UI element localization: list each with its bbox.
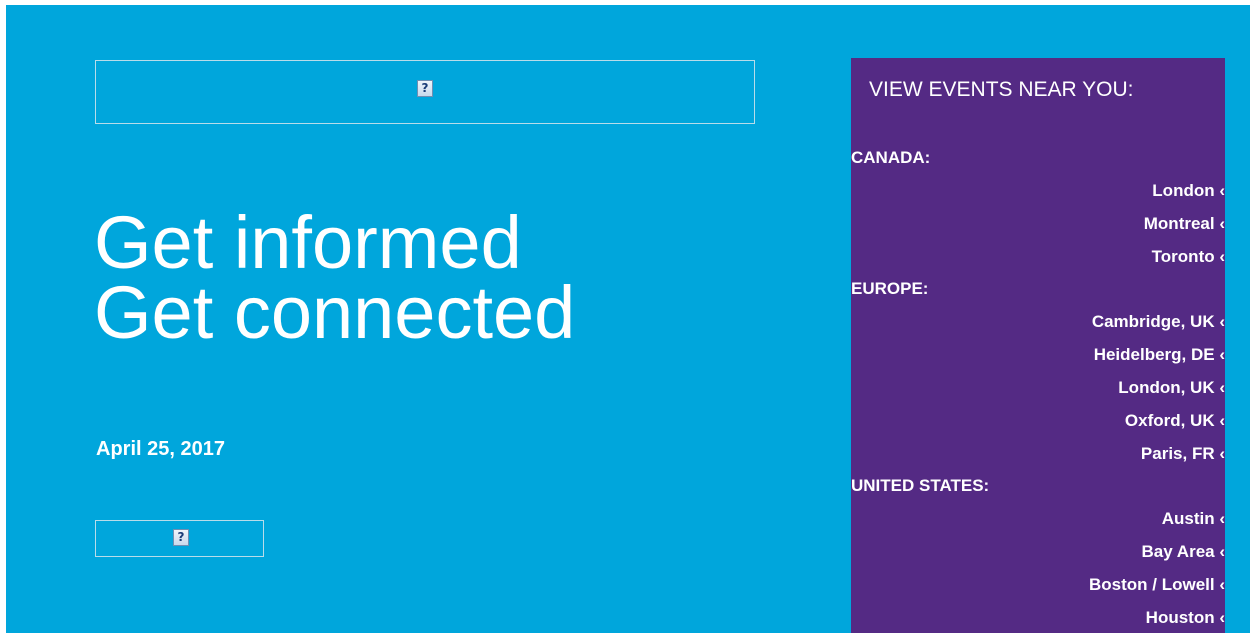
event-date: April 25, 2017 <box>96 438 225 460</box>
city-link[interactable]: Heidelberg, DE ‹ <box>851 345 1225 378</box>
city-link[interactable]: London, UK ‹ <box>851 378 1225 411</box>
region-heading: UNITED STATES: <box>851 476 990 495</box>
city-link[interactable]: London ‹ <box>851 181 1225 214</box>
city-link[interactable]: Boston / Lowell ‹ <box>851 575 1225 608</box>
missing-image-icon: ? <box>417 80 433 97</box>
region-heading: CANADA: <box>851 148 931 167</box>
city-link[interactable]: Austin ‹ <box>851 509 1225 542</box>
email-page: ? Get informed Get connected April 25, 2… <box>6 5 1250 633</box>
city-link[interactable]: Bay Area ‹ <box>851 542 1225 575</box>
events-sidebar: VIEW EVENTS NEAR YOU: CANADA: London ‹ Mon… <box>851 58 1225 633</box>
region-heading: EUROPE: <box>851 279 929 298</box>
events-list: CANADA: London ‹ Montreal ‹ Toronto ‹ EUROPE… <box>851 148 1225 633</box>
sidebar-title: VIEW EVENTS NEAR YOU: <box>869 78 1134 101</box>
city-link[interactable]: Houston ‹ <box>851 608 1225 633</box>
city-link[interactable]: Montreal ‹ <box>851 214 1225 247</box>
city-link[interactable]: Toronto ‹ <box>851 247 1225 280</box>
city-link[interactable]: Oxford, UK ‹ <box>851 411 1225 444</box>
headline-line-2: Get connected <box>94 271 576 354</box>
headline-line-1: Get informed <box>94 201 522 284</box>
hero-headline: Get informed Get connected <box>94 201 576 354</box>
header-image-placeholder: ? <box>95 60 755 124</box>
button-image-placeholder[interactable]: ? <box>95 520 264 557</box>
missing-image-icon: ? <box>173 529 189 546</box>
city-link[interactable]: Paris, FR ‹ <box>851 444 1225 477</box>
city-link[interactable]: Cambridge, UK ‹ <box>851 312 1225 345</box>
